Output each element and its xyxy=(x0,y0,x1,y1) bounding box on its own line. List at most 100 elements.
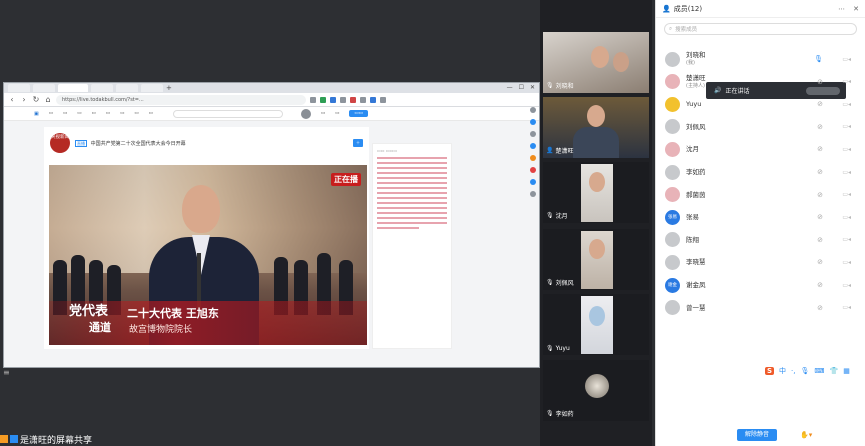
site-nav-link[interactable]: ▭ xyxy=(49,111,53,116)
site-nav-link[interactable]: ▭ xyxy=(63,111,67,116)
member-row[interactable]: 曾一慧 ⊘ ▭◂ xyxy=(665,297,855,319)
new-tab-icon[interactable]: + xyxy=(166,84,172,92)
member-row[interactable]: 谢金 谢金凤 ⊘ ▭◂ xyxy=(665,274,855,296)
site-search-input[interactable] xyxy=(172,109,283,118)
reload-icon[interactable]: ↻ xyxy=(32,95,40,105)
unmute-all-button[interactable]: 解除静音 xyxy=(737,429,778,441)
camera-icon[interactable]: ▭◂ xyxy=(842,214,851,221)
member-row[interactable]: 刘晓和 (我) 🎙 ▭◂ xyxy=(665,48,855,70)
close-icon[interactable]: ✕ xyxy=(853,5,859,13)
hand-icon[interactable]: ✋▾ xyxy=(800,431,812,439)
input-method-s-icon[interactable]: S xyxy=(765,367,775,375)
video-thumbnail[interactable]: 🎙 刘晓和 xyxy=(543,32,649,93)
grid-icon[interactable]: ▦ xyxy=(843,367,850,375)
microphone-muted-icon[interactable]: ⊘ xyxy=(817,236,823,244)
sidebar-tool-icon[interactable] xyxy=(530,191,536,197)
member-row[interactable]: Yuyu ⊘ ▭◂ xyxy=(665,93,855,115)
site-nav-link[interactable]: ▭ xyxy=(106,111,110,116)
publish-button[interactable]: ▭▭ xyxy=(349,110,368,117)
microphone-muted-icon[interactable]: ⊘ xyxy=(817,100,823,108)
site-nav-link[interactable]: ▭ xyxy=(321,111,325,116)
extension-icon[interactable] xyxy=(330,96,336,103)
home-icon[interactable]: ⌂ xyxy=(44,95,52,105)
sidebar-tool-icon[interactable] xyxy=(530,131,536,137)
site-nav-link[interactable]: ▭ xyxy=(92,111,96,116)
camera-icon[interactable]: ▭◂ xyxy=(842,101,851,108)
punctuation-icon[interactable]: ·, xyxy=(791,367,795,375)
extension-icon[interactable] xyxy=(310,96,316,103)
microphone-muted-icon[interactable]: ⊘ xyxy=(817,123,823,131)
member-row[interactable]: 李如药 ⊘ ▭◂ xyxy=(665,161,855,183)
video-player[interactable]: 正在播 党代表 通道 二十大代表 王旭东 故宫博物院院长 xyxy=(49,165,367,345)
video-thumbnail[interactable]: 👤 楚潇旺 xyxy=(543,97,649,158)
camera-icon[interactable]: ▭◂ xyxy=(842,259,851,266)
microphone-muted-icon[interactable]: ⊘ xyxy=(817,281,823,289)
follow-button[interactable]: ＋ xyxy=(353,139,363,147)
sidebar-tool-icon[interactable] xyxy=(530,143,536,149)
more-icon[interactable]: ⋯ xyxy=(838,5,845,13)
microphone-muted-icon[interactable]: ⊘ xyxy=(817,213,823,221)
video-thumbnail[interactable]: 🎙 李如药 xyxy=(543,360,649,421)
member-row[interactable]: 楚潇旺 (主持人) ⊘ ▭◂ xyxy=(665,71,855,93)
member-row[interactable]: 郝菌茵 ⊘ ▭◂ xyxy=(665,184,855,206)
microphone-muted-icon[interactable]: ⊘ xyxy=(817,304,823,312)
member-row[interactable]: 张易 张易 ⊘ ▭◂ xyxy=(665,206,855,228)
microphone-icon[interactable]: 🎙 xyxy=(801,367,810,375)
camera-icon[interactable]: ▭◂ xyxy=(842,56,851,63)
site-nav-link[interactable]: ▭ xyxy=(134,111,138,116)
avatar[interactable] xyxy=(300,108,311,119)
extension-icon[interactable] xyxy=(370,96,376,103)
camera-icon[interactable]: ▭◂ xyxy=(842,191,851,198)
member-row[interactable]: 陈翔 ⊘ ▭◂ xyxy=(665,229,855,251)
member-row[interactable]: 刘佩风 ⊘ ▭◂ xyxy=(665,116,855,138)
microphone-muted-icon[interactable]: ⊘ xyxy=(817,145,823,153)
video-thumbnail[interactable]: 🎙 Yuyu xyxy=(543,294,649,355)
sidebar-tool-icon[interactable] xyxy=(530,107,536,113)
member-row[interactable]: 沈月 ⊘ ▭◂ xyxy=(665,138,855,160)
extension-icon[interactable] xyxy=(320,96,326,103)
close-icon[interactable]: ✕ xyxy=(530,83,535,93)
member-search-input[interactable]: ⌕ 搜索成员 xyxy=(664,23,857,35)
extension-icon[interactable] xyxy=(360,96,366,103)
microphone-muted-icon[interactable]: ⊘ xyxy=(817,191,823,199)
keyboard-icon[interactable]: ⌨ xyxy=(814,367,824,375)
maximize-icon[interactable]: ☐ xyxy=(519,83,524,93)
sidebar-tool-icon[interactable] xyxy=(530,179,536,185)
sidebar-tool-icon[interactable] xyxy=(530,167,536,173)
camera-icon[interactable]: ▭◂ xyxy=(842,169,851,176)
camera-icon[interactable]: ▭◂ xyxy=(842,123,851,130)
browser-tab[interactable] xyxy=(116,84,138,92)
microphone-muted-icon[interactable]: ⊘ xyxy=(817,258,823,266)
channel-logo[interactable]: 央视新闻 xyxy=(50,133,70,153)
site-nav-link[interactable]: ▭ xyxy=(120,111,124,116)
browser-tab[interactable] xyxy=(91,84,113,92)
scroll-icon[interactable]: ≡ xyxy=(3,368,15,380)
extension-icon[interactable] xyxy=(350,96,356,103)
browser-tab[interactable] xyxy=(8,84,30,92)
video-thumbnail[interactable]: 🎙 沈月 xyxy=(543,162,649,223)
microphone-on-icon[interactable]: 🎙 xyxy=(814,55,823,63)
member-row[interactable]: 李晓慧 ⊘ ▭◂ xyxy=(665,251,855,273)
camera-icon[interactable]: ▭◂ xyxy=(842,304,851,311)
forward-icon[interactable]: › xyxy=(20,95,28,105)
site-nav-link[interactable]: ▭ xyxy=(335,111,339,116)
camera-icon[interactable]: ▭◂ xyxy=(842,282,851,289)
microphone-muted-icon[interactable]: ⊘ xyxy=(817,78,823,86)
extension-icon[interactable] xyxy=(340,96,346,103)
browser-tab[interactable] xyxy=(33,84,55,92)
camera-icon[interactable]: ▭◂ xyxy=(842,236,851,243)
url-field[interactable]: https://live.todakbull.com/?st=... xyxy=(56,94,306,105)
extension-icon[interactable] xyxy=(380,96,386,103)
camera-icon[interactable]: ▭◂ xyxy=(842,78,851,85)
microphone-muted-icon[interactable]: ⊘ xyxy=(817,168,823,176)
browser-tab[interactable] xyxy=(141,84,163,92)
browser-tab-active[interactable] xyxy=(58,84,88,92)
input-method-chinese[interactable]: 中 xyxy=(779,366,786,376)
site-nav-link[interactable]: ▭ xyxy=(77,111,81,116)
camera-icon[interactable]: ▭◂ xyxy=(842,146,851,153)
video-thumbnail[interactable]: 🎙 刘佩风 xyxy=(543,229,649,290)
back-icon[interactable]: ‹ xyxy=(8,95,16,105)
site-nav-link[interactable]: ▭ xyxy=(149,111,153,116)
site-logo[interactable]: ▣ xyxy=(34,111,39,117)
sidebar-tool-icon[interactable] xyxy=(530,119,536,125)
